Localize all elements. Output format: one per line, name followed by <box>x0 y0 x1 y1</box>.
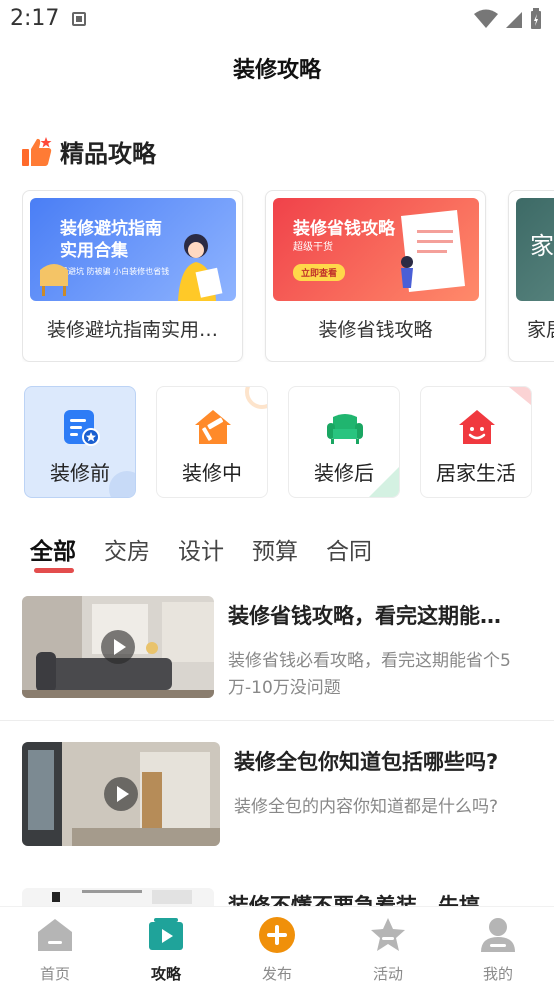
featured-card-caption: 家居 <box>527 319 554 341</box>
category-before-renovation[interactable]: 装修前 <box>24 386 136 498</box>
tab-label: 合同 <box>326 539 372 565</box>
status-time: 2:17 <box>10 6 60 31</box>
status-icons <box>474 8 542 30</box>
featured-card-image: 家居 <box>516 198 554 301</box>
woman-illustration-icon <box>178 234 223 301</box>
guide-play-icon <box>149 918 183 950</box>
thumb-title: 装修避坑指南 实用合集 <box>60 219 162 261</box>
nav-profile[interactable]: 我的 <box>458 915 538 984</box>
plus-circle-icon <box>259 917 295 953</box>
sofa-icon <box>327 414 363 444</box>
featured-card-image: 装修省钱攻略 超级干货 立即查看 <box>273 198 479 301</box>
tab-label: 预算 <box>252 539 298 565</box>
tab-label: 交房 <box>104 539 150 565</box>
featured-card[interactable]: 家居 家居 <box>508 190 554 362</box>
nav-label: 首页 <box>39 965 70 983</box>
document-image <box>22 888 214 908</box>
filter-tabs: 全部 交房 设计 预算 合同 <box>30 532 372 573</box>
article-description: 装修全包的内容你知道都是什么吗? <box>234 797 499 817</box>
notification-icon <box>72 12 86 26</box>
article-thumbnail <box>22 742 220 846</box>
page-title: 装修攻略 <box>232 58 321 83</box>
featured-card-image: 装修避坑指南 实用合集 看避坑 防被骗 小白装修也省钱 <box>30 198 236 301</box>
article-description: 装修省钱必看攻略，看完这期能省个5万-10万没问题 <box>228 651 511 698</box>
nav-label: 我的 <box>482 965 513 983</box>
tab-handover[interactable]: 交房 <box>104 532 150 572</box>
tab-label: 全部 <box>30 539 76 565</box>
featured-card[interactable]: 装修省钱攻略 超级干货 立即查看 装修省钱攻略 <box>265 190 486 362</box>
thumb-title: 家居 <box>530 232 554 260</box>
nav-label: 发布 <box>261 965 292 983</box>
nav-label: 活动 <box>372 965 403 983</box>
decoration <box>509 387 531 405</box>
thumb-subtitle: 超级干货 <box>293 242 333 253</box>
featured-section-title: 精品攻略 <box>60 140 156 168</box>
category-label: 装修中 <box>182 461 242 485</box>
category-label: 居家生活 <box>436 461 516 485</box>
tab-all[interactable]: 全部 <box>30 532 76 573</box>
signal-icon <box>506 12 522 28</box>
nav-publish[interactable]: 发布 <box>237 915 317 984</box>
article-title: 装修全包你知道包括哪些吗? <box>234 750 499 774</box>
decoration <box>245 387 267 409</box>
article-item[interactable]: 装修省钱攻略，看完这期能… 装修省钱必看攻略，看完这期能省个5万-10万没问题 <box>0 596 554 720</box>
featured-card-caption: 装修避坑指南实用… <box>46 319 218 341</box>
featured-section-header: 精品攻略 <box>20 134 156 169</box>
play-icon <box>101 630 135 664</box>
user-icon <box>481 918 515 952</box>
tab-budget[interactable]: 预算 <box>252 532 298 572</box>
home-icon <box>38 919 72 951</box>
nav-home[interactable]: 首页 <box>15 915 95 984</box>
divider <box>0 720 554 721</box>
featured-card-caption: 装修省钱攻略 <box>318 319 433 341</box>
tab-label: 设计 <box>178 539 224 565</box>
bottom-navigation: 首页 攻略 发布 活动 我的 <box>0 906 554 984</box>
nav-label: 攻略 <box>150 965 181 983</box>
featured-card[interactable]: 装修避坑指南 实用合集 看避坑 防被骗 小白装修也省钱 装修避坑指南实用… <box>22 190 243 362</box>
smile-house-icon <box>459 410 495 444</box>
article-thumbnail <box>22 596 214 698</box>
article-title: 装修省钱攻略，看完这期能… <box>228 604 501 628</box>
chair-icon <box>40 264 68 296</box>
category-after-renovation[interactable]: 装修后 <box>288 386 400 498</box>
nav-guide[interactable]: 攻略 <box>126 915 206 984</box>
thumb-title: 装修省钱攻略 <box>293 219 395 239</box>
list-doc-icon <box>64 410 100 446</box>
nav-activity[interactable]: 活动 <box>348 915 428 984</box>
play-icon <box>104 777 138 811</box>
battery-icon <box>531 8 541 29</box>
wifi-icon <box>474 9 498 28</box>
tab-active-indicator <box>34 568 74 573</box>
tab-contract[interactable]: 合同 <box>326 532 372 572</box>
category-during-renovation[interactable]: 装修中 <box>156 386 268 498</box>
article-item[interactable]: 装修全包你知道包括哪些吗? 装修全包的内容你知道都是什么吗? <box>0 742 554 866</box>
star-icon <box>371 918 405 951</box>
category-home-living[interactable]: 居家生活 <box>420 386 532 498</box>
tab-design[interactable]: 设计 <box>178 532 224 572</box>
thumbs-up-icon <box>22 136 52 166</box>
paper-illustration-icon <box>401 210 465 292</box>
decoration <box>369 467 399 497</box>
thumb-tags: 看避坑 防被骗 小白装修也省钱 <box>60 267 170 276</box>
thumb-button: 立即查看 <box>293 264 346 281</box>
featured-carousel[interactable]: 装修避坑指南 实用合集 看避坑 防被骗 小白装修也省钱 装修避坑指南实用… 装修… <box>22 190 554 362</box>
status-bar: 2:17 <box>0 0 554 40</box>
house-hammer-icon <box>195 410 231 444</box>
